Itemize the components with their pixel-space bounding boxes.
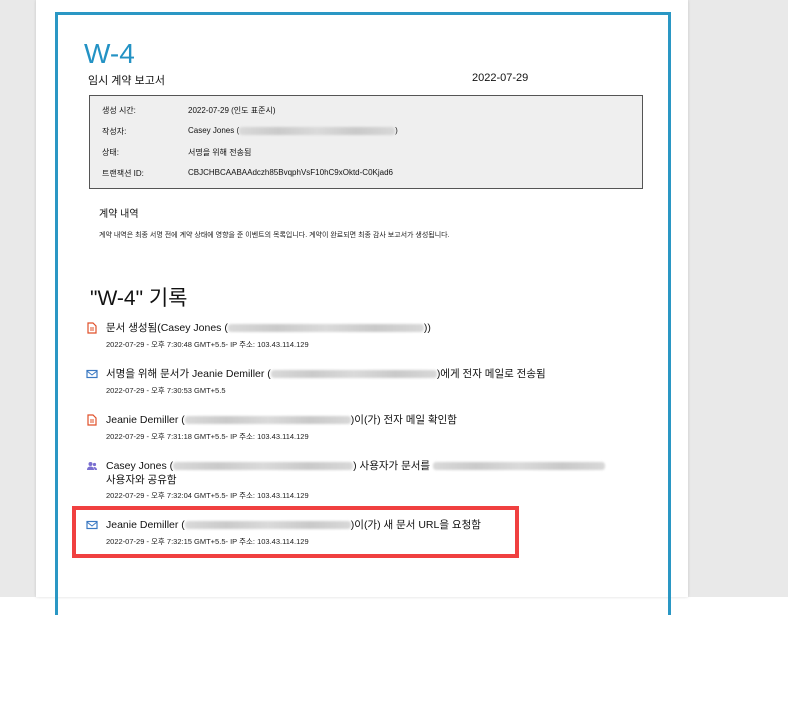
- redacted-email: [184, 416, 351, 425]
- document-title: W-4: [84, 38, 135, 69]
- event-text-part: 서명을 위해 문서가 Jeanie Demiller (: [106, 368, 271, 380]
- info-row-status: 상태: 서명을 위해 전송됨: [90, 147, 642, 163]
- info-label: 생성 시간:: [102, 106, 136, 115]
- info-label: 작성자:: [102, 127, 127, 136]
- redacted-email: [270, 370, 437, 379]
- event-text: Jeanie Demiller ( )이(가) 전자 메일 확인함: [106, 413, 646, 427]
- event-meta: 2022-07-29 - 오후 7:31:18 GMT+5.5- IP 주소: …: [106, 432, 309, 441]
- info-label: 트랜잭션 ID:: [102, 169, 144, 178]
- info-value: CBJCHBCAABAAdczh85BvqphVsF10hC9xOktd-C0K…: [188, 168, 393, 177]
- event-text-part: )에게 전자 메일로 전송됨: [436, 368, 546, 380]
- event-text-part: Jeanie Demiller (: [106, 414, 185, 426]
- event-text-part: Casey Jones (: [106, 460, 174, 472]
- info-row-author: 작성자: Casey Jones (): [90, 126, 642, 142]
- event-meta: 2022-07-29 - 오후 7:30:48 GMT+5.5- IP 주소: …: [106, 340, 309, 349]
- info-box: 생성 시간: 2022-07-29 (인도 표준시) 작성자: Casey Jo…: [89, 95, 643, 189]
- info-value: 서명을 위해 전송됨: [188, 148, 252, 157]
- info-row-transaction: 트랜잭션 ID: CBJCHBCAABAAdczh85BvqphVsF10hC9…: [90, 168, 642, 184]
- history-title: "W-4" 기록: [90, 287, 188, 310]
- document-date: 2022-07-29: [472, 72, 529, 84]
- email-icon: [86, 369, 98, 379]
- event-text-part: 사용자와 공유함: [106, 474, 177, 486]
- document-icon: [87, 414, 97, 426]
- event-text-part: ) 사용자가 문서를: [353, 460, 431, 472]
- redacted-email: [239, 126, 396, 135]
- event-text-part: )이(가) 전자 메일 확인함: [350, 414, 457, 426]
- info-value: Casey Jones (): [188, 126, 398, 135]
- highlight-box: [72, 506, 519, 558]
- event-text: Casey Jones ( ) 사용자가 문서를 사용자와 공유함: [106, 459, 646, 487]
- document-subtitle: 임시 계약 보고서: [88, 75, 165, 87]
- info-row-created: 생성 시간: 2022-07-29 (인도 표준시): [90, 105, 642, 121]
- redacted-email: [227, 324, 424, 333]
- document-icon: [87, 322, 97, 334]
- info-label: 상태:: [102, 148, 119, 157]
- event-text-part: )): [423, 322, 431, 334]
- redacted-email: [173, 462, 354, 471]
- author-suffix: ): [395, 126, 398, 135]
- info-value: 2022-07-29 (인도 표준시): [188, 106, 276, 115]
- section-description: 계약 내역은 최종 서명 전에 계약 상태에 영향을 준 이벤트의 목록입니다.…: [99, 232, 450, 239]
- users-icon: [87, 462, 97, 470]
- event-text-part: 문서 생성됨(Casey Jones (: [106, 322, 228, 334]
- event-text: 서명을 위해 문서가 Jeanie Demiller ( )에게 전자 메일로 전…: [106, 367, 646, 381]
- event-text: 문서 생성됨(Casey Jones ()): [106, 321, 646, 335]
- event-meta: 2022-07-29 - 오후 7:30:53 GMT+5.5: [106, 386, 226, 395]
- event-meta: 2022-07-29 - 오후 7:32:04 GMT+5.5- IP 주소: …: [106, 491, 309, 500]
- redacted-email: [433, 462, 605, 471]
- section-title: 계약 내역: [99, 209, 139, 220]
- author-name: Casey Jones (: [188, 126, 240, 135]
